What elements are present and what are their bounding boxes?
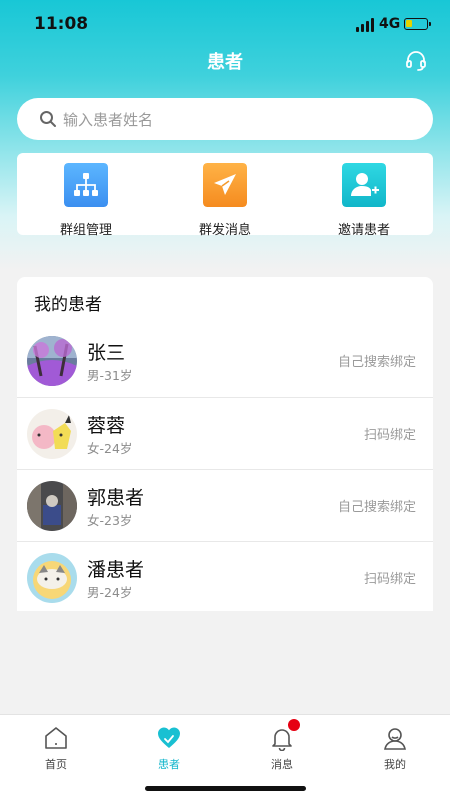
patient-name: 潘患者	[87, 559, 145, 581]
patient-info: 女-23岁	[87, 513, 133, 528]
network-type: 4G	[379, 16, 401, 32]
group-manage-button[interactable]: 群组管理	[26, 163, 146, 238]
tab-label: 首页	[45, 758, 67, 771]
avatar	[27, 409, 77, 459]
patient-name: 张三	[87, 342, 126, 364]
patient-list-card: 我的患者 张三 男-31岁 自己搜索绑定 蓉蓉 女-24岁 扫码绑定 郭患者 女…	[17, 277, 433, 611]
user-icon	[384, 728, 406, 750]
add-user-icon	[342, 163, 386, 207]
binding-method: 自己搜索绑定	[337, 500, 416, 515]
tab-label: 消息	[271, 758, 293, 771]
status-time: 11:08	[34, 14, 89, 34]
avatar	[27, 553, 77, 603]
tab-messages[interactable]: 消息	[226, 715, 338, 785]
tab-patients[interactable]: 患者	[113, 715, 225, 785]
invite-patient-button[interactable]: 邀请患者	[304, 163, 424, 238]
group-tree-icon	[64, 163, 108, 207]
patient-row[interactable]: 潘患者 男-24岁 扫码绑定	[17, 541, 433, 614]
patient-info: 男-24岁	[87, 585, 133, 600]
page-title: 患者	[207, 52, 243, 73]
patient-row[interactable]: 张三 男-31岁 自己搜索绑定	[17, 325, 433, 397]
home-indicator	[145, 786, 306, 791]
binding-method: 扫码绑定	[363, 572, 416, 587]
avatar	[27, 336, 77, 386]
search-bar[interactable]	[17, 98, 433, 142]
section-title: 我的患者	[34, 295, 102, 315]
patient-info: 男-31岁	[87, 368, 133, 383]
action-label: 邀请患者	[337, 223, 390, 238]
binding-method: 扫码绑定	[363, 428, 416, 443]
patient-info: 女-24岁	[87, 441, 133, 456]
tab-label: 我的	[384, 758, 406, 771]
notification-badge	[288, 719, 300, 731]
send-plane-icon	[203, 163, 247, 207]
heart-icon	[158, 727, 180, 748]
action-label: 群发消息	[198, 223, 251, 238]
avatar	[27, 481, 77, 531]
search-icon	[40, 111, 56, 127]
signal-icon	[356, 18, 376, 32]
patient-row[interactable]: 郭患者 女-23岁 自己搜索绑定	[17, 469, 433, 542]
tab-label: 患者	[158, 758, 180, 771]
patient-name: 郭患者	[87, 487, 145, 509]
tab-mine[interactable]: 我的	[339, 715, 450, 785]
broadcast-message-button[interactable]: 群发消息	[165, 163, 285, 238]
patient-row[interactable]: 蓉蓉 女-24岁 扫码绑定	[17, 397, 433, 470]
binding-method: 自己搜索绑定	[337, 355, 416, 370]
home-icon	[45, 727, 67, 749]
quick-actions: 群组管理 群发消息 邀请患者	[17, 153, 433, 238]
search-input[interactable]	[61, 98, 415, 142]
battery-icon	[404, 18, 431, 30]
action-label: 群组管理	[59, 223, 112, 238]
tab-home[interactable]: 首页	[0, 715, 112, 785]
headset-icon[interactable]	[404, 48, 428, 72]
status-bar: 11:08 4G	[0, 0, 450, 50]
patient-name: 蓉蓉	[87, 415, 126, 437]
